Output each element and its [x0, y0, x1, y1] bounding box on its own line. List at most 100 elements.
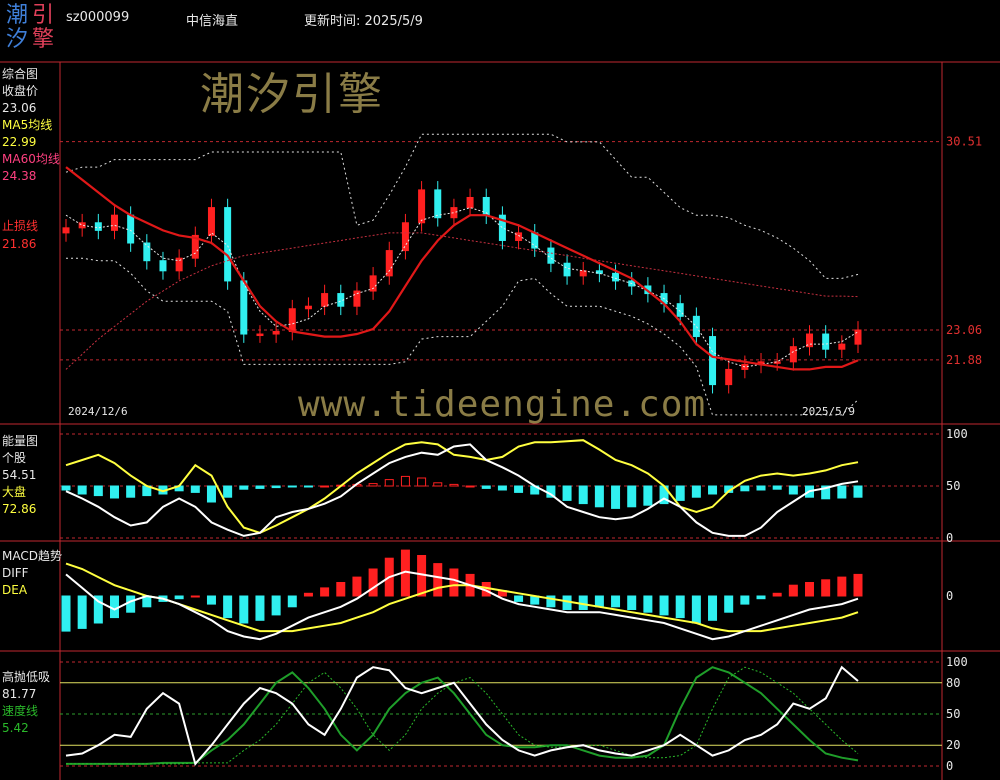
energy-bar [303, 485, 313, 488]
macd-bar [61, 595, 71, 632]
energy-bar [562, 485, 572, 501]
energy-bar [223, 485, 233, 498]
candle-up [789, 346, 797, 363]
energy-bar [287, 485, 297, 488]
speed-value: 5.42 [2, 721, 29, 735]
energy-bar [449, 483, 459, 487]
ma60-line [65, 232, 859, 370]
sell-panel-title: 高抛低吸 [2, 670, 51, 684]
date-start-label: 2024/12/6 [68, 405, 128, 418]
macd-bar [352, 576, 362, 597]
candle-up [256, 333, 264, 337]
macd-bar [303, 592, 313, 597]
macd-bar [206, 595, 216, 605]
energy-bar [740, 485, 750, 492]
axis-labels: 30.51 23.06 21.88 2024/12/6 2025/5/9 100 50 0 0 1… [68, 135, 982, 773]
energy-bar [93, 485, 103, 497]
macd-bar [336, 582, 346, 597]
energy-label-0: 0 [946, 531, 953, 545]
energy-bar [271, 485, 281, 489]
energy-bar [594, 485, 604, 508]
macd-bar [594, 595, 604, 608]
energy-bar [691, 485, 701, 498]
energy-panel-title: 能量图 [2, 434, 39, 448]
stoploss-label: 止损线 [2, 219, 39, 233]
candle-up [401, 222, 409, 252]
macd-bar [643, 595, 653, 613]
macd-bar [611, 595, 621, 608]
candle-down [94, 222, 102, 231]
energy-bar [837, 485, 847, 499]
energy-bar [853, 485, 863, 498]
sell-label: 100 [946, 655, 968, 669]
candle-up [838, 343, 846, 350]
macd-bar [223, 595, 233, 619]
energy-bar [368, 483, 378, 487]
candle-up [385, 250, 393, 277]
macd-bar [740, 595, 750, 605]
energy-bar [320, 485, 330, 488]
candle-up [854, 329, 862, 345]
energy-bar [384, 479, 394, 487]
sell-label: 0 [946, 759, 953, 773]
close-value: 23.06 [2, 101, 37, 115]
macd-bar [724, 595, 734, 613]
market-energy-label: 大盘 [2, 485, 27, 499]
macd-bar [449, 568, 459, 597]
macd-bar [126, 595, 136, 613]
macd-bar [627, 595, 637, 610]
stock-energy-line [65, 443, 859, 537]
energy-bar [255, 485, 265, 489]
energy-bar [708, 485, 718, 495]
speed-label: 速度线 [2, 704, 39, 718]
energy-bar [109, 485, 119, 499]
macd-bar [109, 595, 119, 619]
energy-bar [481, 485, 491, 489]
url-watermark: www.tideengine.com [298, 384, 707, 425]
energy-bar [417, 477, 427, 487]
energy-bar [465, 485, 475, 488]
dea-label: DEA [2, 583, 28, 597]
candle-up [466, 196, 474, 209]
brand-watermark: 潮汐引擎 [200, 69, 384, 120]
dea-line [65, 562, 859, 633]
main-label-close: 23.06 [946, 323, 982, 337]
candle-down [709, 336, 717, 386]
energy-bar [126, 485, 136, 498]
energy-bar [772, 485, 782, 490]
energy-bar [756, 485, 766, 491]
macd-bar [708, 595, 718, 621]
energy-bar [627, 485, 637, 508]
macd-bar [77, 595, 87, 629]
macd-bar [190, 595, 200, 598]
macd-bar [756, 595, 766, 600]
candle-down [612, 272, 620, 282]
chart-marks [61, 133, 863, 766]
date-end-label: 2025/5/9 [802, 405, 855, 418]
macd-bar [174, 595, 184, 600]
ma5-value: 22.99 [2, 135, 37, 149]
candle-up [288, 308, 296, 333]
energy-bar [514, 485, 524, 493]
candle-down [547, 247, 555, 264]
stock-energy-value: 54.51 [2, 468, 37, 482]
energy-bar [400, 475, 410, 487]
ma5-label: MA5均线 [2, 118, 53, 132]
energy-label-100: 100 [946, 427, 968, 441]
diff-label: DIFF [2, 566, 29, 580]
energy-bar [578, 485, 588, 505]
candle-up [62, 227, 70, 234]
main-label-high: 30.51 [946, 135, 982, 149]
candle-up [207, 207, 215, 236]
sell-value: 81.77 [2, 687, 37, 701]
macd-bar [287, 595, 297, 608]
candle-down [434, 189, 442, 219]
ma60-value: 24.38 [2, 169, 37, 183]
candle-up [304, 305, 312, 310]
sell-label: 80 [946, 676, 960, 690]
stock-energy-label: 个股 [2, 451, 27, 465]
energy-label-50: 50 [946, 479, 960, 493]
macd-bar [805, 582, 815, 597]
macd-bar [788, 584, 798, 597]
close-label: 收盘价 [2, 84, 39, 98]
